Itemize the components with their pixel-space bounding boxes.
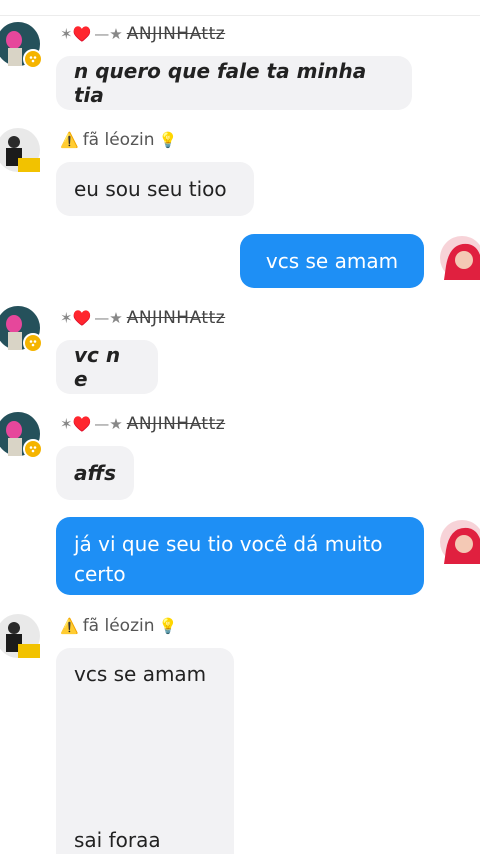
message-bubble-incoming[interactable]: n quero que fale ta minha tia (56, 56, 412, 110)
message-text-line: sai foraa (74, 828, 161, 852)
message-text: affs (74, 461, 117, 485)
avatar-leozin[interactable] (0, 614, 40, 658)
message-bubble-incoming[interactable]: eu sou seu tioo (56, 162, 254, 216)
sender-name-text: ANJINHAttz (126, 24, 226, 44)
name-decoration: ✶♥️ —★ (60, 309, 123, 327)
name-decoration: ⚠️ (60, 617, 79, 635)
message-text-line: certo (74, 562, 126, 586)
message-bubble-incoming[interactable]: vc n e (56, 340, 158, 394)
message-bubble-outgoing[interactable]: já vi que seu tio você dá muito certo (56, 517, 424, 595)
sender-name-text: fã léozin (82, 616, 155, 636)
avatar-me[interactable] (440, 520, 480, 564)
avatar-image (440, 236, 480, 280)
sender-name-text: ANJINHAttz (126, 414, 226, 434)
message-text: vcs se amam (265, 249, 399, 273)
top-divider (0, 15, 480, 16)
avatar-anjinha[interactable] (0, 412, 43, 459)
sender-name-anjinha[interactable]: ✶♥️ —★ ANJINHAttz (60, 414, 225, 434)
sender-name-leozin[interactable]: ⚠️ fã léozin 💡 (60, 616, 177, 636)
avatar-me[interactable] (440, 236, 480, 280)
avatar-image (0, 614, 40, 658)
message-bubble-outgoing[interactable]: vcs se amam (240, 234, 424, 288)
lightbulb-icon: 💡 (158, 617, 178, 635)
member-badge-icon (23, 333, 43, 353)
name-decoration: ✶♥️ —★ (60, 415, 123, 433)
name-decoration: ✶♥️ —★ (60, 25, 123, 43)
member-badge-icon (23, 49, 43, 69)
avatar-image (440, 520, 480, 564)
lightbulb-icon: 💡 (158, 131, 178, 149)
member-badge-icon (23, 439, 43, 459)
sender-name-leozin[interactable]: ⚠️ fã léozin 💡 (60, 130, 177, 150)
sender-name-anjinha[interactable]: ✶♥️ —★ ANJINHAttz (60, 308, 225, 328)
sender-name-anjinha[interactable]: ✶♥️ —★ ANJINHAttz (60, 24, 225, 44)
message-text: eu sou seu tioo (74, 177, 227, 201)
message-bubble-incoming[interactable]: vcs se amam sai foraa (56, 648, 234, 854)
message-text: n quero que fale ta minha tia (74, 59, 367, 107)
name-decoration: ⚠️ (60, 131, 79, 149)
avatar-leozin[interactable] (0, 128, 40, 172)
message-text-line: vcs se amam (74, 662, 207, 686)
message-text: vc n e (74, 343, 121, 391)
avatar-anjinha[interactable] (0, 306, 43, 353)
sender-name-text: fã léozin (82, 130, 155, 150)
sender-name-text: ANJINHAttz (126, 308, 226, 328)
avatar-anjinha[interactable] (0, 22, 43, 69)
message-bubble-incoming[interactable]: affs (56, 446, 134, 500)
message-text-line: já vi que seu tio você dá muito (74, 532, 383, 556)
avatar-image (0, 128, 40, 172)
